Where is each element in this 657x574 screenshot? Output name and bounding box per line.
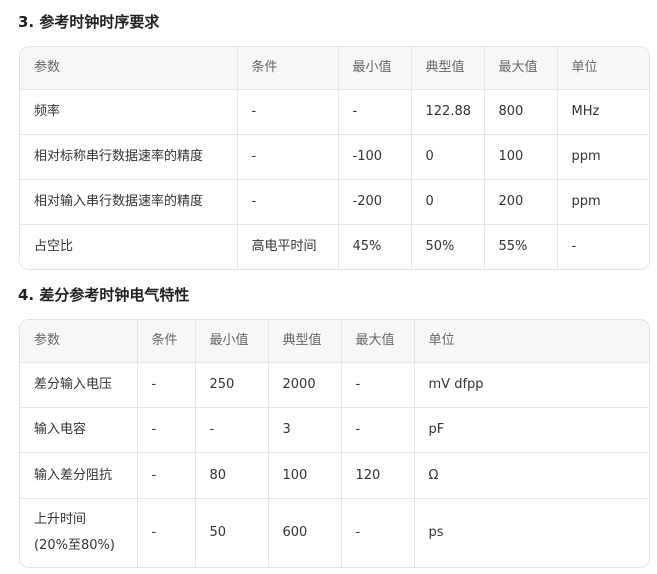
cell-condition: - (137, 498, 196, 567)
table-row: 输入电容 - - 3 - pF (20, 407, 649, 454)
cell-condition: - (137, 452, 196, 499)
table-header-row: 参数 条件 最小值 典型值 最大值 单位 (20, 320, 649, 363)
cell-param: 输入电容 (20, 407, 138, 454)
table-row: 上升时间 (20%至80%) - 50 600 - ps (20, 498, 649, 567)
header-max: 最大值 (341, 320, 415, 363)
table-row: 相对输入串行数据速率的精度 - -200 0 200 ppm (20, 179, 649, 225)
header-max: 最大值 (484, 47, 558, 90)
header-unit: 单位 (557, 47, 649, 90)
table-header-row: 参数 条件 最小值 典型值 最大值 单位 (20, 47, 649, 90)
cell-param: 上升时间 (20%至80%) (20, 498, 138, 567)
cell-param: 相对标称串行数据速率的精度 (20, 134, 238, 180)
cell-condition: - (237, 89, 339, 135)
cell-unit: ppm (557, 179, 649, 225)
cell-param-line1: 上升时间 (34, 511, 87, 527)
section-3-title: 3. 参考时钟时序要求 (18, 13, 160, 31)
header-min: 最小值 (195, 320, 269, 363)
cell-param: 输入差分阻抗 (20, 452, 138, 499)
cell-max: 55% (484, 224, 558, 269)
cell-condition: - (237, 179, 339, 225)
cell-min: -100 (338, 134, 412, 180)
cell-condition: 高电平时间 (237, 224, 339, 269)
table-row: 差分输入电压 - 250 2000 - mV dfpp (20, 362, 649, 409)
cell-min: - (338, 89, 412, 135)
cell-max: 200 (484, 179, 558, 225)
header-min: 最小值 (338, 47, 412, 90)
cell-min: -200 (338, 179, 412, 225)
header-typ: 典型值 (268, 320, 342, 363)
header-condition: 条件 (137, 320, 196, 363)
header-unit: 单位 (414, 320, 649, 363)
cell-unit: pF (414, 407, 649, 454)
cell-typ: 0 (411, 134, 485, 180)
section-4-title: 4. 差分参考时钟电气特性 (18, 286, 190, 304)
cell-typ: 122.88 (411, 89, 485, 135)
cell-condition: - (137, 407, 196, 454)
table-row: 占空比 高电平时间 45% 50% 55% - (20, 224, 649, 269)
cell-condition: - (237, 134, 339, 180)
cell-min: 50 (195, 498, 269, 567)
cell-max: - (341, 407, 415, 454)
cell-min: 80 (195, 452, 269, 499)
cell-min: - (195, 407, 269, 454)
cell-unit: MHz (557, 89, 649, 135)
table-row: 相对标称串行数据速率的精度 - -100 0 100 ppm (20, 134, 649, 180)
cell-typ: 0 (411, 179, 485, 225)
table-row: 频率 - - 122.88 800 MHz (20, 89, 649, 135)
cell-unit: ppm (557, 134, 649, 180)
header-condition: 条件 (237, 47, 339, 90)
cell-condition: - (137, 362, 196, 409)
cell-max: 800 (484, 89, 558, 135)
cell-typ: 50% (411, 224, 485, 269)
cell-max: - (341, 498, 415, 567)
cell-unit: Ω (414, 452, 649, 499)
cell-param: 频率 (20, 89, 238, 135)
cell-max: 100 (484, 134, 558, 180)
differential-clock-electrical-table: 参数 条件 最小值 典型值 最大值 单位 差分输入电压 - 250 2000 -… (19, 319, 650, 568)
cell-typ: 3 (268, 407, 342, 454)
cell-unit: - (571, 239, 577, 254)
cell-min: 250 (195, 362, 269, 409)
cell-param: 占空比 (20, 224, 238, 269)
cell-unit: mV dfpp (414, 362, 649, 409)
cell-min: 45% (338, 224, 412, 269)
cell-typ: 2000 (268, 362, 342, 409)
cell-param: 相对输入串行数据速率的精度 (20, 179, 238, 225)
header-param: 参数 (20, 320, 138, 363)
reference-clock-timing-table: 参数 条件 最小值 典型值 最大值 单位 频率 - - 122.88 800 M… (19, 46, 650, 270)
header-typ: 典型值 (411, 47, 485, 90)
cell-typ: 600 (268, 498, 342, 567)
cell-typ: 100 (268, 452, 342, 499)
cell-param-line2: (20%至80%) (34, 537, 115, 553)
cell-max: 120 (341, 452, 415, 499)
cell-max: - (341, 362, 415, 409)
table-row: 输入差分阻抗 - 80 100 120 Ω (20, 452, 649, 499)
cell-unit: ps (428, 524, 444, 540)
header-param: 参数 (20, 47, 238, 90)
cell-param: 差分输入电压 (20, 362, 138, 409)
